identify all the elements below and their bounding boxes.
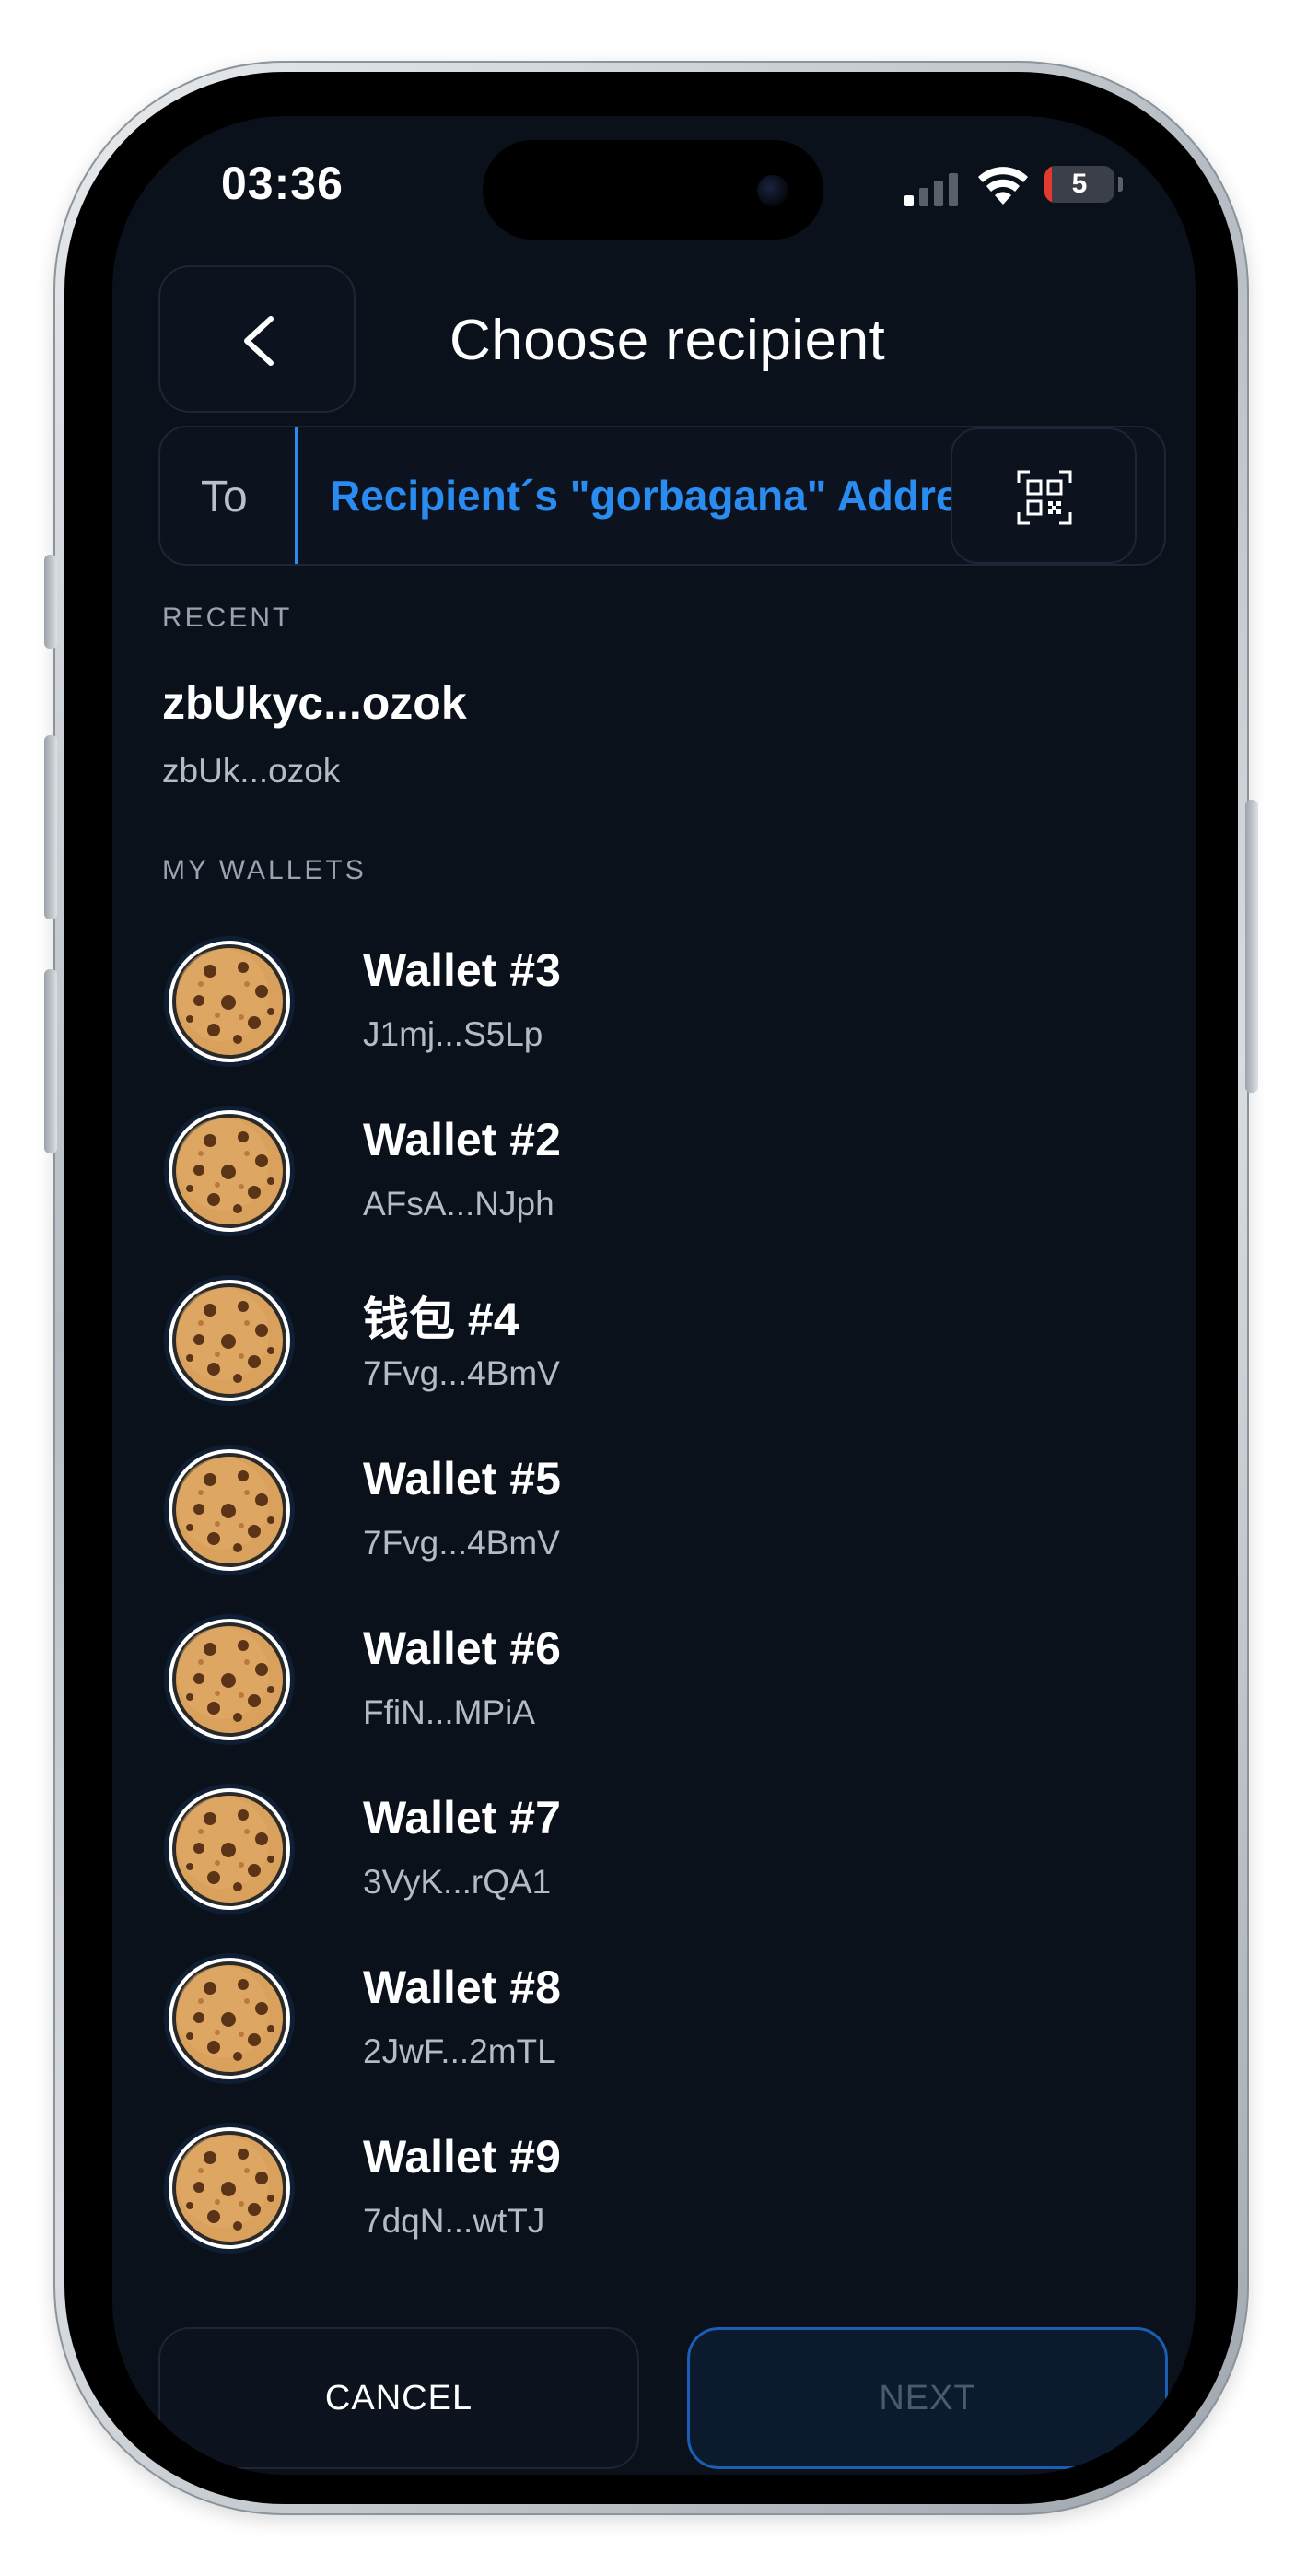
status-time: 03:36 <box>221 158 344 209</box>
cookie-icon <box>162 2121 297 2255</box>
cookie-icon <box>162 1443 297 1577</box>
recent-recipient-address: zbUk...ozok <box>162 752 341 790</box>
wallet-name: Wallet #2 <box>363 1114 561 1165</box>
wallet-name: Wallet #3 <box>363 944 561 996</box>
recent-recipient-name: zbUkyc...ozok <box>162 677 467 729</box>
recipient-address-input[interactable] <box>330 427 1048 564</box>
wallet-address: J1mj...S5Lp <box>363 1015 543 1053</box>
cookie-icon <box>162 1104 297 1238</box>
wallet-item[interactable]: 钱包 #4 7Fvg...4BmV <box>158 1266 1149 1435</box>
cellular-signal-icon <box>904 173 958 206</box>
recent-section-title: RECENT <box>162 603 293 633</box>
front-camera <box>757 175 788 206</box>
wallet-item[interactable]: Wallet #2 AFsA...NJph <box>158 1096 1149 1266</box>
dynamic-island <box>483 140 823 240</box>
battery-level: 5 <box>1071 169 1088 199</box>
wallet-address: 3VyK...rQA1 <box>363 1863 552 1901</box>
wallet-address: AFsA...NJph <box>363 1185 554 1223</box>
wallet-item[interactable]: Wallet #8 2JwF...2mTL <box>158 1944 1149 2113</box>
cookie-icon <box>162 1951 297 2086</box>
cookie-icon <box>162 1782 297 1916</box>
wifi-icon <box>978 167 1028 205</box>
cookie-icon <box>162 1612 297 1747</box>
volume-up-button <box>44 735 57 919</box>
chevron-left-icon <box>244 316 274 366</box>
action-button <box>44 555 57 649</box>
wallet-address: 2JwF...2mTL <box>363 2032 556 2070</box>
wallet-name: Wallet #6 <box>363 1622 561 1674</box>
wallet-list: Wallet #3 J1mj...S5Lp Wallet #2 AFsA...NJph… <box>158 927 1149 2283</box>
wallet-item[interactable]: Wallet #6 FfiN...MPiA <box>158 1605 1149 1774</box>
recipient-field: To <box>158 426 1166 566</box>
recent-recipient-item[interactable]: zbUkyc...ozok zbUk...ozok <box>158 669 1144 835</box>
page-title: Choose recipient <box>449 309 886 372</box>
back-button[interactable] <box>158 265 356 413</box>
volume-down-button <box>44 969 57 1153</box>
qr-scan-icon <box>1017 470 1072 525</box>
wallet-item[interactable]: Wallet #7 3VyK...rQA1 <box>158 1774 1149 1944</box>
battery-icon: 5 <box>1044 166 1114 203</box>
cookie-icon <box>162 934 297 1069</box>
wallet-name: 钱包 #4 <box>363 1294 519 1345</box>
wallet-address: FfiN...MPiA <box>363 1693 536 1731</box>
my-wallets-section-title: MY WALLETS <box>162 855 367 885</box>
cancel-button[interactable]: CANCEL <box>158 2327 639 2469</box>
wallet-name: Wallet #9 <box>363 2131 561 2183</box>
input-cursor-bar <box>295 427 298 564</box>
wallet-item[interactable]: Wallet #3 J1mj...S5Lp <box>158 927 1149 1096</box>
wallet-name: Wallet #8 <box>363 1961 561 2013</box>
scan-qr-button[interactable] <box>951 427 1137 564</box>
next-button[interactable]: NEXT <box>687 2327 1168 2469</box>
cookie-icon <box>162 1273 297 1408</box>
wallet-item[interactable]: Wallet #5 7Fvg...4BmV <box>158 1435 1149 1605</box>
wallet-name: Wallet #7 <box>363 1792 561 1844</box>
battery-nub <box>1118 177 1123 192</box>
app-screen: 03:36 5 Choose recipient To Recipient´s … <box>112 116 1196 2475</box>
wallet-name: Wallet #5 <box>363 1453 561 1505</box>
to-label: To <box>201 473 248 521</box>
wallet-address: 7Fvg...4BmV <box>363 1354 560 1392</box>
wallet-address: 7Fvg...4BmV <box>363 1524 560 1562</box>
power-button <box>1245 800 1258 1093</box>
wallet-item[interactable]: Wallet #9 7dqN...wtTJ <box>158 2113 1149 2283</box>
wallet-address: 7dqN...wtTJ <box>363 2202 545 2240</box>
